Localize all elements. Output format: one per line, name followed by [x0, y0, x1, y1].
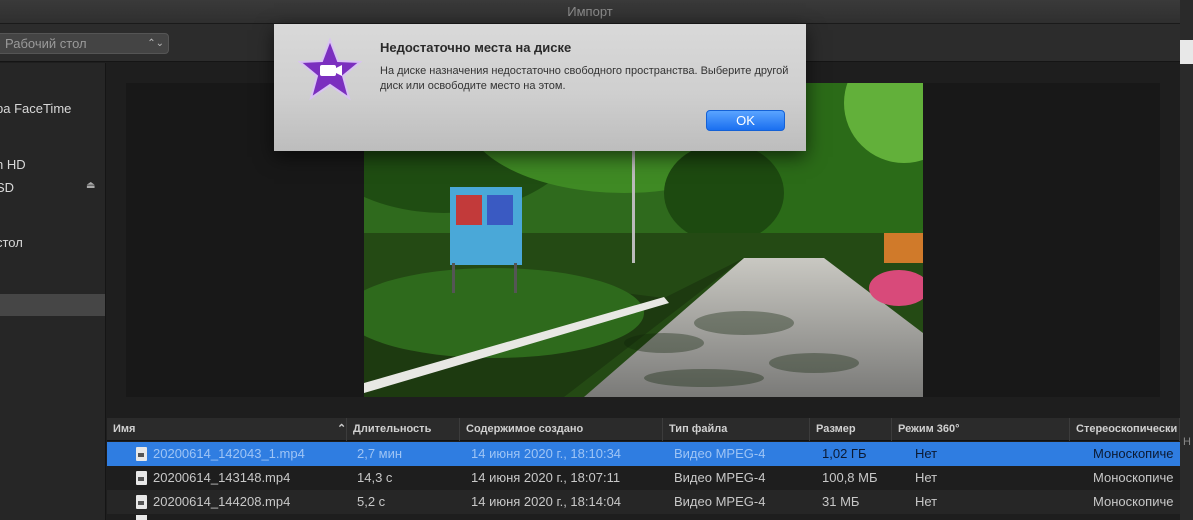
cell-name: 20200614_144208.mp4: [153, 494, 291, 509]
cell-duration: 2,7 мин: [357, 446, 403, 461]
select-arrows-icon: ⌃⌄: [147, 38, 164, 49]
sidebar-item-macintosh-hd[interactable]: n HD: [0, 157, 26, 172]
column-header-label: Имя: [113, 423, 136, 435]
cell-360-mode: Нет: [915, 446, 938, 461]
imovie-icon: [298, 38, 362, 101]
column-header-stereoscopic[interactable]: Стереоскопически: [1070, 418, 1180, 441]
sidebar-item-desktop[interactable]: стол: [0, 235, 23, 250]
location-select-label: Рабочий стол: [5, 36, 87, 51]
cell-type: Видео MPEG-4: [674, 494, 766, 509]
adjacent-window-text: Н: [1183, 436, 1191, 448]
column-header-type[interactable]: Тип файла: [663, 418, 810, 441]
sidebar-item-label: стол: [0, 235, 23, 250]
cell-duration: 14,3 с: [357, 470, 393, 485]
ok-button[interactable]: OK: [706, 110, 785, 131]
cell-size: 100,8 МБ: [822, 470, 878, 485]
clip-table: Имя ⌃ Длительность Содержимое создано Ти…: [107, 418, 1180, 520]
cell-stereoscopic: Моноскопиче: [1093, 446, 1174, 461]
sidebar-item-facetime-camera[interactable]: ра FaceTime: [0, 101, 71, 116]
sidebar-selection: [0, 294, 105, 316]
alert-title: Недостаточно места на диске: [380, 40, 572, 55]
table-row[interactable]: 20200614_144208.mp4 5,2 с 14 июня 2020 г…: [107, 490, 1180, 514]
sidebar-item-label: n HD: [0, 157, 26, 172]
cell-type: Видео MPEG-4: [674, 446, 766, 461]
video-file-icon: [136, 471, 147, 485]
import-window: Импорт Рабочий стол ⌃⌄ Н ра FaceTime n H…: [0, 0, 1193, 520]
cell-size: 31 МБ: [822, 494, 860, 509]
cell-stereoscopic: Моноскопиче: [1093, 470, 1174, 485]
cell-name: 20200614_142043_1.mp4: [153, 446, 305, 461]
window-title: Импорт: [0, 0, 1180, 24]
cell-size: 1,02 ГБ: [822, 446, 867, 461]
location-select[interactable]: Рабочий стол ⌃⌄: [0, 33, 169, 54]
table-row[interactable]: 20200614_143148.mp4 14,3 с 14 июня 2020 …: [107, 466, 1180, 490]
video-file-icon: [136, 495, 147, 509]
cell-created: 14 июня 2020 г., 18:14:04: [471, 494, 622, 509]
alert-message: На диске назначения недостаточно свободн…: [380, 65, 789, 92]
column-header-size[interactable]: Размер: [810, 418, 892, 441]
video-file-icon: [136, 447, 147, 461]
cell-360-mode: Нет: [915, 494, 938, 509]
column-header-created[interactable]: Содержимое создано: [460, 418, 663, 441]
sidebar-item-sd[interactable]: SD: [0, 180, 14, 195]
adjacent-window-strip: Н: [1180, 0, 1193, 520]
video-file-icon: [136, 515, 147, 520]
insufficient-space-alert: Недостаточно места на диске На диске наз…: [274, 24, 806, 151]
sidebar-item-label: SD: [0, 180, 15, 195]
eject-icon[interactable]: ⏏: [86, 180, 95, 191]
sort-ascending-icon: ⌃: [337, 423, 347, 435]
cell-created: 14 июня 2020 г., 18:10:34: [471, 446, 622, 461]
cell-type: Видео MPEG-4: [674, 470, 766, 485]
cell-stereoscopic: Моноскопиче: [1093, 494, 1174, 509]
cell-360-mode: Нет: [915, 470, 938, 485]
adjacent-window-edge: [1180, 40, 1193, 64]
column-header-duration[interactable]: Длительность: [347, 418, 460, 441]
cell-created: 14 июня 2020 г., 18:07:11: [471, 470, 621, 485]
sidebar: ра FaceTime n HD SD ⏏ стол: [0, 63, 106, 520]
column-header-360-mode[interactable]: Режим 360°: [892, 418, 1070, 441]
table-header: Имя ⌃ Длительность Содержимое создано Ти…: [107, 418, 1180, 441]
column-header-name[interactable]: Имя ⌃: [107, 418, 347, 441]
table-row[interactable]: 20200614_142043_1.mp4 2,7 мин 14 июня 20…: [107, 442, 1180, 466]
cell-name: 20200614_143148.mp4: [153, 470, 291, 485]
cell-duration: 5,2 с: [357, 494, 386, 509]
sidebar-item-label: ра FaceTime: [0, 101, 72, 116]
